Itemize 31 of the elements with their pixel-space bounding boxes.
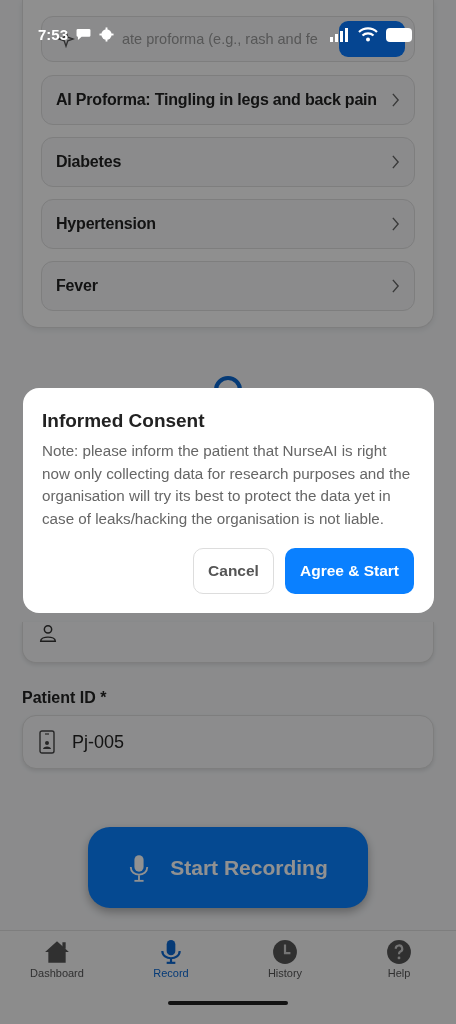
signal-icon bbox=[330, 27, 350, 42]
chevron-right-icon bbox=[391, 155, 400, 169]
patient-name-field[interactable] bbox=[22, 622, 434, 663]
proforma-list-item[interactable]: Hypertension bbox=[41, 199, 415, 249]
help-icon bbox=[386, 939, 412, 965]
microphone-icon bbox=[128, 852, 151, 883]
house-icon bbox=[44, 939, 70, 965]
status-time: 7:53 bbox=[38, 26, 69, 43]
clock-icon bbox=[272, 939, 298, 965]
nav-tab[interactable]: Dashboard bbox=[0, 939, 114, 1024]
microphone-icon bbox=[158, 939, 184, 965]
proforma-list-item[interactable]: Fever bbox=[41, 261, 415, 311]
proforma-list-item[interactable]: AI Proforma: Tingling in legs and back pain bbox=[41, 75, 415, 125]
chevron-right-icon bbox=[391, 217, 400, 231]
id-card-icon bbox=[39, 730, 55, 754]
agree-button[interactable]: Agree & Start bbox=[285, 548, 414, 594]
dialog-message: Note: please inform the patient that NurseAI is right now only collecting data for research purposes and the organisation will try its best to protect the data yet in case of leaks/hacking the organisation is not liable. bbox=[42, 441, 412, 529]
nav-tab[interactable]: History bbox=[228, 939, 342, 1024]
nav-tab[interactable]: Help bbox=[342, 939, 456, 1024]
patient-id-field[interactable]: Pj-005 bbox=[22, 715, 434, 769]
chevron-right-icon bbox=[391, 279, 400, 293]
chevron-right-icon bbox=[391, 93, 400, 107]
person-icon bbox=[37, 622, 59, 644]
wifi-icon bbox=[358, 27, 378, 42]
cancel-button[interactable]: Cancel bbox=[193, 548, 274, 594]
chat-bubble-icon bbox=[76, 28, 92, 41]
proforma-list-item[interactable]: Diabetes bbox=[41, 137, 415, 187]
field-label: Patient ID * bbox=[22, 689, 108, 707]
nav-tab[interactable]: Record bbox=[114, 939, 228, 1024]
start-recording-button[interactable]: Start Recording bbox=[88, 827, 368, 908]
dialog-title: Informed Consent bbox=[42, 410, 206, 432]
